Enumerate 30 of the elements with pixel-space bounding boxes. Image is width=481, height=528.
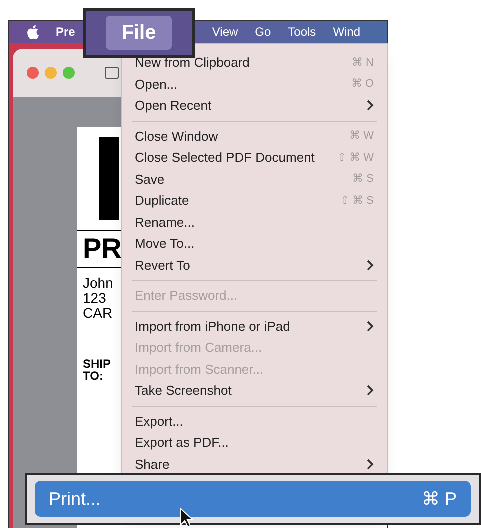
- document-text: SHIP: [82, 358, 112, 370]
- menu-item[interactable]: Rename...: [122, 212, 387, 233]
- print-menu-item[interactable]: Print... ⌘ P: [35, 481, 471, 517]
- menu-item[interactable]: Close Window ⌘ W: [122, 126, 387, 147]
- menu-item[interactable]: Export as PDF...: [122, 432, 387, 454]
- document-text: 123: [82, 291, 106, 305]
- menu-item[interactable]: Open Recent: [122, 95, 387, 116]
- menu-item[interactable]: Open... ⌘ O: [122, 74, 387, 95]
- menu-bar-item[interactable]: Pre: [56, 23, 76, 41]
- menu-item[interactable]: Close Selected PDF Document ⇧ ⌘ W: [122, 147, 387, 168]
- menu-item[interactable]: Duplicate ⇧ ⌘ S: [122, 190, 387, 212]
- apple-logo-icon[interactable]: [27, 25, 39, 39]
- menu-item[interactable]: Save ⌘ S: [122, 168, 387, 190]
- file-menu-callout[interactable]: File: [83, 8, 195, 58]
- document-text: TO:: [82, 370, 104, 382]
- close-window-icon[interactable]: [27, 67, 39, 79]
- menu-item[interactable]: Import from iPhone or iPad: [122, 316, 387, 337]
- menu-bar-item[interactable]: Tools: [288, 23, 316, 41]
- zoom-window-icon[interactable]: [63, 67, 75, 79]
- document-text: CAR: [82, 306, 113, 320]
- menu-bar-item[interactable]: Wind: [333, 23, 361, 41]
- minimize-window-icon[interactable]: [45, 67, 57, 79]
- menu-item[interactable]: Move To...: [122, 233, 387, 254]
- document-text: John: [82, 276, 114, 290]
- sidebar-toggle-icon[interactable]: [105, 67, 119, 79]
- menu-item[interactable]: Share: [122, 454, 387, 475]
- menu-bar-item[interactable]: Go: [255, 23, 272, 41]
- menu-bar-item[interactable]: View: [212, 23, 238, 41]
- menu-item[interactable]: Take Screenshot: [122, 380, 387, 402]
- menu-item[interactable]: Export...: [122, 410, 387, 432]
